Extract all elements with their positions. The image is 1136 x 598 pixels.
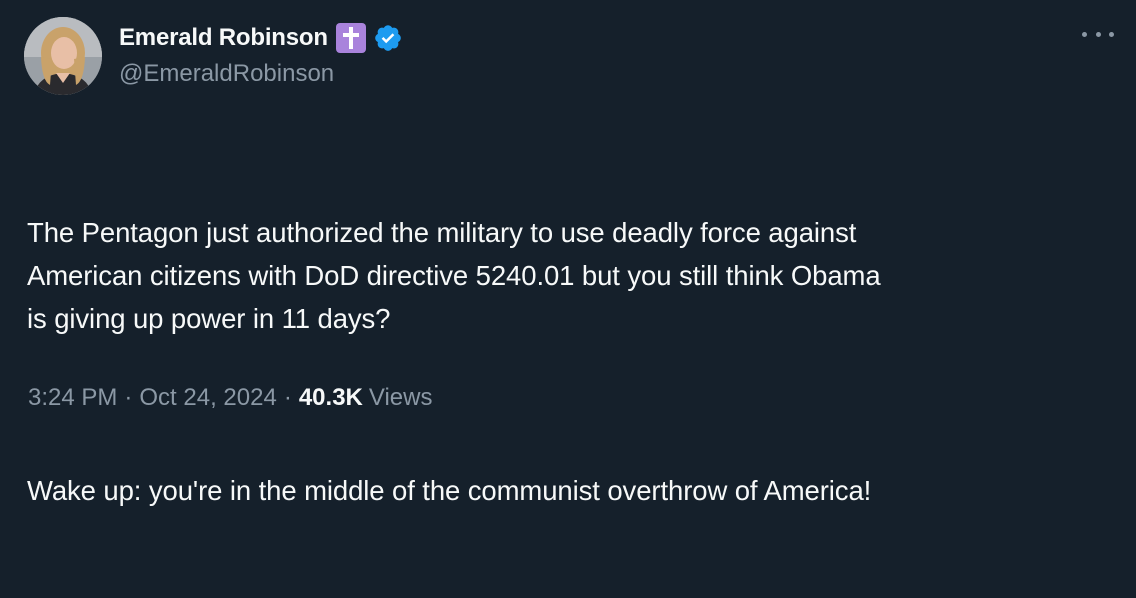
more-dots-icon[interactable]	[1082, 24, 1114, 44]
tweet-time[interactable]: 3:24 PM	[28, 384, 117, 412]
author-display-name[interactable]: Emerald Robinson	[119, 24, 328, 52]
meta-separator: ·	[124, 384, 133, 411]
avatar[interactable]	[24, 17, 102, 95]
author-handle[interactable]: @EmeraldRobinson	[119, 60, 334, 88]
tweet-text: The Pentagon just authorized the militar…	[27, 125, 1117, 598]
latin-cross-emoji-icon	[335, 23, 366, 53]
tweet-card: Emerald Robinson @EmeraldRobinson The Pe…	[0, 0, 1136, 506]
tweet-paragraph: Wake up: you're in the middle of the com…	[27, 475, 872, 506]
verified-badge-icon[interactable]	[373, 23, 403, 53]
views-label[interactable]: Views	[369, 384, 433, 412]
views-count[interactable]: 40.3K	[299, 384, 363, 412]
tweet-date[interactable]: Oct 24, 2024	[139, 384, 276, 412]
tweet-meta: 3:24 PM · Oct 24, 2024 · 40.3K Views	[28, 384, 432, 412]
meta-separator: ·	[283, 384, 292, 411]
author-name-row: Emerald Robinson	[119, 20, 403, 56]
tweet-paragraph: The Pentagon just authorized the militar…	[27, 217, 881, 334]
